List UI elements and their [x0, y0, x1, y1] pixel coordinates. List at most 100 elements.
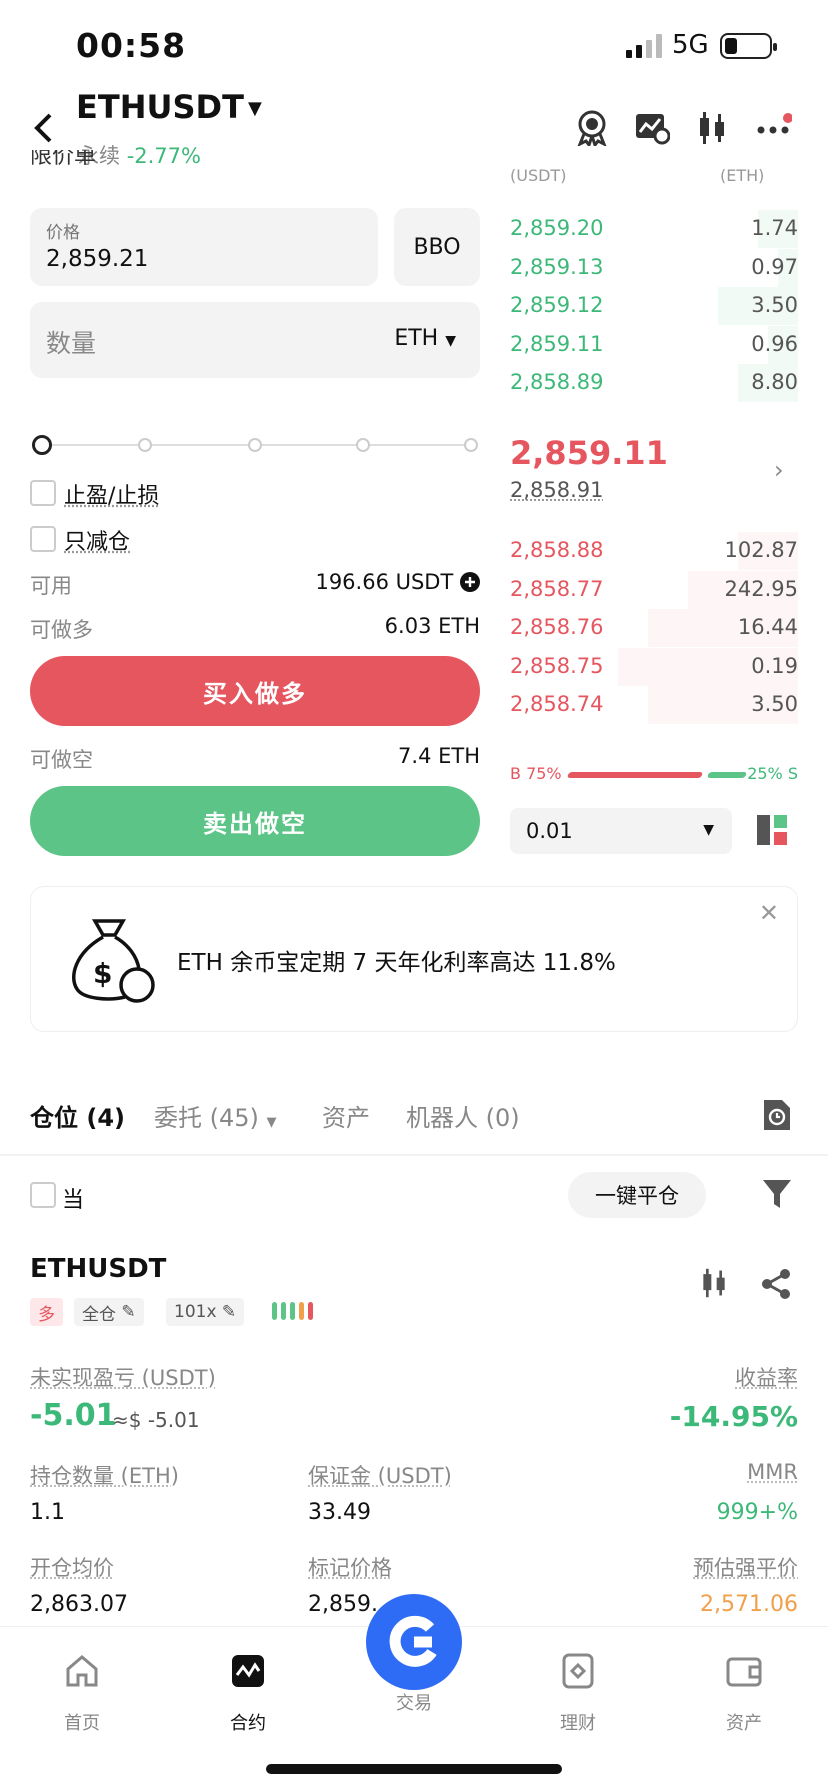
mmr-value: 999+%: [716, 1500, 798, 1525]
back-button[interactable]: [32, 112, 54, 153]
tab-positions[interactable]: 仓位 (4): [30, 1098, 125, 1133]
nav-futures-label: 合约: [230, 1713, 266, 1734]
price-label: 价格: [46, 223, 80, 243]
signal-icon: [626, 34, 662, 58]
caret-down-icon: ▼: [445, 333, 456, 349]
mmr-label: MMR: [747, 1460, 798, 1484]
home-icon: [66, 1655, 98, 1687]
nav-trade-label: 交易: [396, 1693, 432, 1714]
nav-home[interactable]: 首页: [32, 1651, 132, 1735]
nav-assets[interactable]: 资产: [694, 1651, 794, 1735]
size-label: 持仓数量 (ETH): [30, 1464, 179, 1488]
add-funds-icon[interactable]: [460, 572, 480, 592]
roe-value: -14.95%: [669, 1400, 798, 1433]
current-only-checkbox[interactable]: [30, 1182, 56, 1208]
margin-mode-badge[interactable]: 全仓 ✎: [74, 1298, 144, 1326]
nav-earn[interactable]: 理财: [528, 1651, 628, 1735]
trade-fab-button[interactable]: [366, 1594, 462, 1690]
leverage-badge[interactable]: 101x ✎: [166, 1298, 245, 1326]
candlestick-icon[interactable]: [694, 110, 730, 146]
margin-value[interactable]: 33.49: [308, 1500, 371, 1525]
last-price[interactable]: 2,859.11: [510, 434, 668, 472]
margin-mode: 全仓: [82, 1304, 116, 1325]
quantity-slider[interactable]: [30, 432, 480, 458]
bid-row[interactable]: 2,858.88 102.87: [510, 532, 798, 570]
slider-step[interactable]: [248, 438, 262, 452]
bid-row[interactable]: 2,858.76 16.44: [510, 609, 798, 647]
ask-row[interactable]: 2,859.20 1.74: [510, 210, 798, 248]
tab-bots[interactable]: 机器人 (0): [406, 1098, 520, 1133]
price-value[interactable]: 2,859.21: [46, 246, 148, 272]
more-icon[interactable]: [756, 110, 792, 146]
chevron-right-icon[interactable]: ›: [774, 456, 784, 484]
buy-ratio-label: B 75%: [510, 764, 562, 783]
caret-down-icon: ▼: [266, 1115, 277, 1130]
reduce-only-label[interactable]: 只减仓: [64, 524, 130, 556]
award-icon[interactable]: [574, 110, 610, 146]
orderbook-price-header: (USDT): [510, 166, 567, 185]
orderbook-layout-icon[interactable]: [756, 814, 788, 846]
ask-row[interactable]: 2,859.13 0.97: [510, 248, 798, 287]
size-value: 1.1: [30, 1500, 65, 1525]
margin-label: 保证金 (USDT): [308, 1464, 452, 1488]
status-bar: 00:58 5G: [0, 0, 828, 96]
battery-icon: [720, 33, 777, 59]
tab-assets[interactable]: 资产: [322, 1098, 370, 1133]
close-icon[interactable]: ✕: [759, 899, 779, 927]
tp-sl-checkbox[interactable]: [30, 480, 56, 506]
candlestick-icon[interactable]: [698, 1266, 730, 1300]
position-symbol[interactable]: ETHUSDT: [30, 1254, 166, 1284]
symbol-title[interactable]: ETHUSDT: [76, 88, 244, 126]
quantity-unit: ETH: [394, 326, 439, 351]
slider-step[interactable]: [356, 438, 370, 452]
chart-settings-icon[interactable]: [634, 110, 670, 146]
buy-long-button[interactable]: 买入做多: [30, 656, 480, 726]
edit-icon: ✎: [121, 1302, 136, 1322]
tab-orders-label: 委托 (45): [154, 1104, 259, 1132]
nav-futures[interactable]: 合约: [198, 1651, 298, 1735]
price-input[interactable]: 价格 2,859.21: [30, 208, 378, 286]
filter-icon[interactable]: [762, 1178, 792, 1210]
max-short-row: 可做空 7.4 ETH: [30, 744, 480, 774]
edit-icon: ✎: [221, 1302, 237, 1322]
tab-orders[interactable]: 委托 (45) ▼: [154, 1098, 277, 1133]
order-type-label: 限价单: [30, 150, 97, 169]
bid-row[interactable]: 2,858.75 0.19: [510, 647, 798, 686]
max-long-value: 6.03 ETH: [384, 614, 480, 638]
ask-row[interactable]: 2,859.12 3.50: [510, 287, 798, 325]
promo-banner[interactable]: $ ETH 余币宝定期 7 天年化利率高达 11.8% ✕: [30, 886, 798, 1032]
buy-ratio-bar: [566, 772, 704, 778]
symbol-dropdown-icon[interactable]: ▼: [248, 98, 262, 119]
mark-price[interactable]: 2,858.91: [510, 478, 604, 502]
quantity-input[interactable]: 数量 ETH ▼: [30, 302, 480, 378]
bid-row[interactable]: 2,858.74 3.50: [510, 686, 798, 724]
bid-row[interactable]: 2,858.77 242.95: [510, 570, 798, 609]
depth-select[interactable]: 0.01 ▼: [510, 808, 732, 854]
buy-sell-ratio: B 75% 25% S: [510, 764, 798, 786]
exchange-logo-icon: [389, 1615, 437, 1667]
depth-value: 0.01: [526, 819, 573, 843]
current-only-label[interactable]: 当: [62, 1182, 84, 1214]
bbo-button[interactable]: BBO: [394, 208, 480, 286]
promo-text: ETH 余币宝定期 7 天年化利率高达 11.8%: [177, 950, 616, 976]
ask-row[interactable]: 2,859.11 0.96: [510, 325, 798, 364]
slider-step[interactable]: [464, 438, 478, 452]
share-icon[interactable]: [760, 1268, 792, 1300]
bid-quantity: 0.19: [751, 653, 798, 678]
slider-handle[interactable]: [32, 435, 52, 455]
bid-price: 2,858.74: [510, 692, 604, 716]
quantity-unit-select[interactable]: ETH ▼: [394, 326, 456, 351]
history-icon[interactable]: [762, 1098, 792, 1132]
upnl-label: 未实现盈亏 (USDT): [30, 1366, 216, 1390]
divider: [0, 1154, 828, 1156]
slider-step[interactable]: [138, 438, 152, 452]
close-all-button[interactable]: 一键平仓: [568, 1172, 706, 1218]
order-type-select[interactable]: 限价单: [30, 150, 480, 180]
sell-short-button[interactable]: 卖出做空: [30, 786, 480, 856]
ask-row[interactable]: 2,858.89 8.80: [510, 364, 798, 402]
upnl-usd: ≈$ -5.01: [112, 1408, 200, 1432]
reduce-only-checkbox[interactable]: [30, 526, 56, 552]
tp-sl-label[interactable]: 止盈/止损: [64, 478, 159, 510]
wallet-icon: [726, 1657, 762, 1687]
svg-text:$: $: [93, 957, 112, 990]
